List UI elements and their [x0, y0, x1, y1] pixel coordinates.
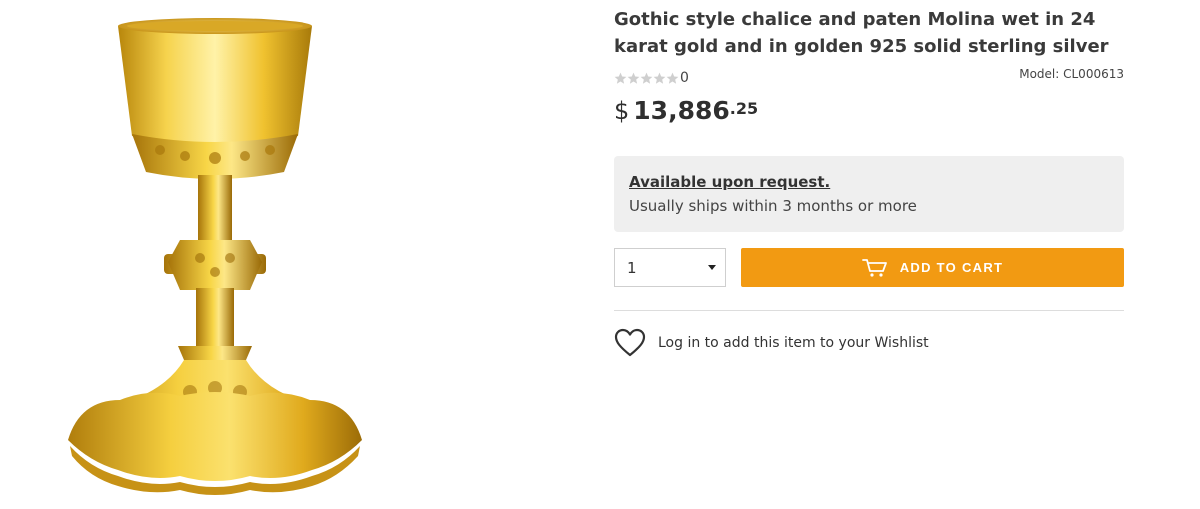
rating-count: 0: [680, 70, 689, 86]
star-icon: [627, 72, 640, 84]
product-image: [40, 0, 390, 509]
wishlist-text: Log in to add this item to your Wishlist: [658, 335, 929, 351]
product-price: $ 13,886 .25: [614, 94, 758, 128]
cart-icon: [861, 258, 887, 277]
divider: [614, 310, 1124, 311]
star-icon: [666, 72, 679, 84]
price-currency: $: [614, 97, 630, 125]
rating-stars: [614, 72, 679, 85]
add-to-cart-label: ADD TO CART: [899, 260, 1004, 275]
availability-subtitle: Usually ships within 3 months or more: [629, 197, 917, 215]
product-title: Gothic style chalice and paten Molina we…: [614, 9, 1109, 57]
chevron-down-icon: [708, 265, 716, 270]
price-main: 13,886: [633, 96, 730, 125]
star-icon: [640, 72, 653, 84]
wishlist-link[interactable]: Log in to add this item to your Wishlist: [614, 328, 929, 358]
heart-icon: [614, 328, 646, 357]
quantity-value: 1: [627, 258, 637, 277]
availability-box: Available upon request. Usually ships wi…: [614, 156, 1124, 232]
price-cents: .25: [729, 99, 759, 118]
star-icon: [653, 72, 666, 84]
add-to-cart-button[interactable]: ADD TO CART: [741, 248, 1124, 287]
availability-title[interactable]: Available upon request.: [629, 172, 1109, 193]
product-rating: 0: [614, 70, 689, 86]
star-icon: [614, 72, 627, 84]
model-number: Model: CL000613: [1019, 67, 1124, 81]
quantity-select[interactable]: 1: [614, 248, 726, 287]
